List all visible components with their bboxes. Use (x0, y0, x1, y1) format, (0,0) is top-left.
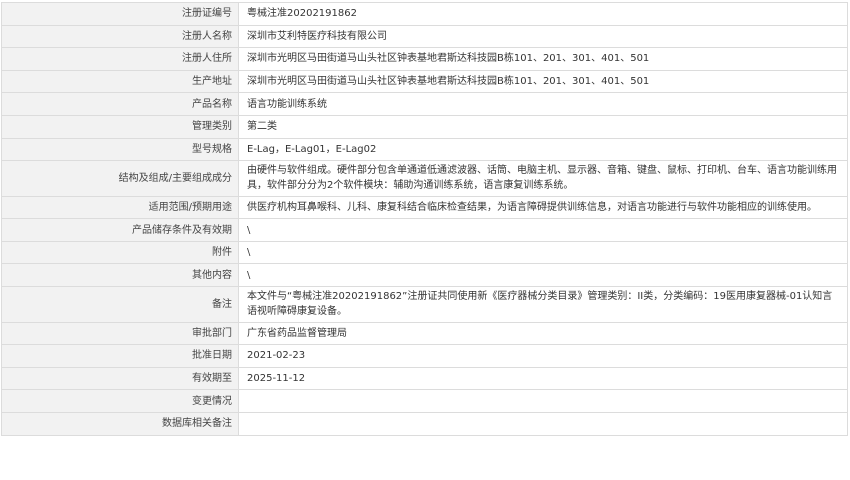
row-label: 批准日期 (1, 344, 239, 368)
row-label: 注册人名称 (1, 24, 239, 49)
row-intended-use: 适用范围/预期用途 供医疗机构耳鼻喉科、儿科、康复科结合临床检查结果，为语言障碍… (1, 195, 848, 220)
row-value (238, 389, 848, 413)
row-registrant-name: 注册人名称 深圳市艾利特医疗科技有限公司 (1, 24, 848, 49)
row-management-category: 管理类别 第二类 (1, 114, 848, 139)
row-label: 产品名称 (1, 92, 239, 116)
row-other-content: 其他内容 \ (1, 263, 848, 288)
row-database-notes: 数据库相关备注 (1, 411, 848, 436)
row-label: 备注 (1, 286, 239, 323)
row-label: 附件 (1, 240, 239, 265)
row-label: 有效期至 (1, 366, 239, 391)
row-value: \ (238, 263, 848, 288)
row-value: E-Lag，E-Lag01，E-Lag02 (238, 137, 848, 162)
row-registrant-address: 注册人住所 深圳市光明区马田街道马山头社区钟表基地君斯达科技园B栋101、201… (1, 47, 848, 71)
registration-info-table: 注册证编号 粤械注准20202191862 注册人名称 深圳市艾利特医疗科技有限… (1, 2, 848, 436)
row-label: 变更情况 (1, 389, 239, 413)
row-label: 型号规格 (1, 137, 239, 162)
row-value: 2021-02-23 (238, 344, 848, 368)
row-attachments: 附件 \ (1, 240, 848, 265)
row-structure-composition: 结构及组成/主要组成成分 由硬件与软件组成。硬件部分包含单通道低通滤波器、话筒、… (1, 160, 848, 197)
row-label: 其他内容 (1, 263, 239, 288)
row-label: 注册证编号 (1, 2, 239, 26)
row-value: 语言功能训练系统 (238, 92, 848, 116)
row-change-history: 变更情况 (1, 389, 848, 413)
registration-info-panel: 注册证编号 粤械注准20202191862 注册人名称 深圳市艾利特医疗科技有限… (1, 2, 848, 436)
row-label: 管理类别 (1, 114, 239, 139)
row-value: 由硬件与软件组成。硬件部分包含单通道低通滤波器、话筒、电脑主机、显示器、音箱、键… (238, 160, 848, 197)
row-production-address: 生产地址 深圳市光明区马田街道马山头社区钟表基地君斯达科技园B栋101、201、… (1, 69, 848, 94)
row-value: 深圳市光明区马田街道马山头社区钟表基地君斯达科技园B栋101、201、301、4… (238, 69, 848, 94)
row-registration-number: 注册证编号 粤械注准20202191862 (1, 2, 848, 26)
row-value: \ (238, 218, 848, 242)
row-approval-department: 审批部门 广东省药品监督管理局 (1, 321, 848, 346)
row-valid-until: 有效期至 2025-11-12 (1, 366, 848, 391)
row-product-name: 产品名称 语言功能训练系统 (1, 92, 848, 116)
row-label: 产品储存条件及有效期 (1, 218, 239, 242)
row-value: \ (238, 240, 848, 265)
row-value: 本文件与“粤械注准20202191862”注册证共同使用新《医疗器械分类目录》管… (238, 286, 848, 323)
row-value: 供医疗机构耳鼻喉科、儿科、康复科结合临床检查结果，为语言障碍提供训练信息，对语言… (238, 195, 848, 220)
row-value: 深圳市艾利特医疗科技有限公司 (238, 24, 848, 49)
row-model-spec: 型号规格 E-Lag，E-Lag01，E-Lag02 (1, 137, 848, 162)
row-label: 适用范围/预期用途 (1, 195, 239, 220)
row-value: 粤械注准20202191862 (238, 2, 848, 26)
row-label: 注册人住所 (1, 47, 239, 71)
row-value: 广东省药品监督管理局 (238, 321, 848, 346)
row-approval-date: 批准日期 2021-02-23 (1, 344, 848, 368)
row-value: 第二类 (238, 114, 848, 139)
row-value: 深圳市光明区马田街道马山头社区钟表基地君斯达科技园B栋101、201、301、4… (238, 47, 848, 71)
row-storage-conditions: 产品储存条件及有效期 \ (1, 218, 848, 242)
row-value: 2025-11-12 (238, 366, 848, 391)
row-label: 生产地址 (1, 69, 239, 94)
row-value (238, 411, 848, 436)
row-label: 审批部门 (1, 321, 239, 346)
row-label: 结构及组成/主要组成成分 (1, 160, 239, 197)
row-remarks: 备注 本文件与“粤械注准20202191862”注册证共同使用新《医疗器械分类目… (1, 286, 848, 323)
row-label: 数据库相关备注 (1, 411, 239, 436)
